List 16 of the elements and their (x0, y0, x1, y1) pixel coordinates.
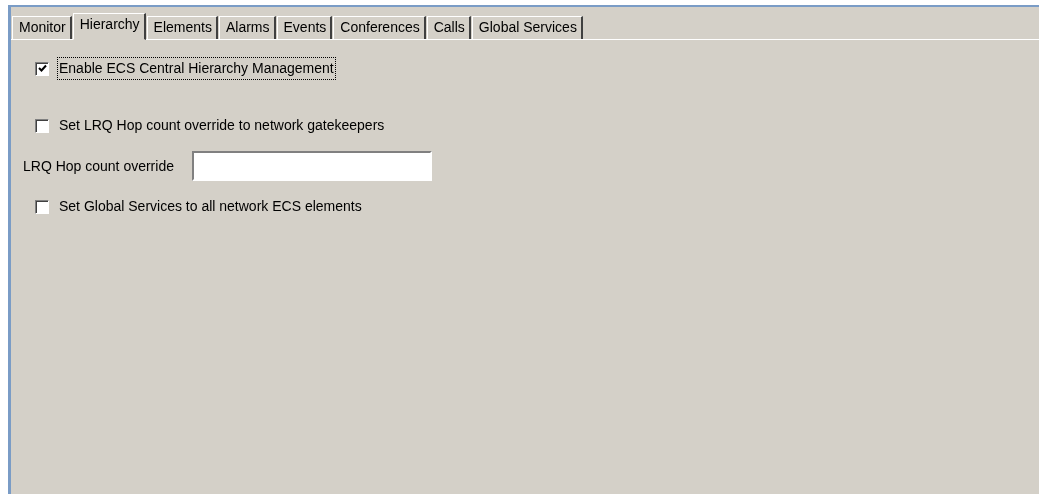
tab[interactable]: Events (276, 16, 333, 39)
tab[interactable]: Monitor (12, 16, 72, 39)
field-label: LRQ Hop count override (23, 156, 174, 176)
tab[interactable]: Conferences (333, 16, 426, 39)
checkbox[interactable] (35, 61, 49, 76)
tab[interactable]: Elements (146, 16, 218, 39)
tab[interactable]: Hierarchy (72, 13, 146, 40)
tab[interactable]: Alarms (218, 16, 276, 39)
checkbox-label: Set LRQ Hop count override to network gatekeepers (58, 116, 386, 135)
checkbox-label: Set Global Services to all network ECS elements (58, 197, 363, 216)
tab[interactable]: Global Services (471, 16, 583, 39)
input-field[interactable] (191, 151, 432, 181)
checkbox[interactable] (35, 199, 49, 214)
checkbox-label: Enable ECS Central Hierarchy Management (57, 57, 336, 80)
tab[interactable]: Calls (426, 16, 471, 39)
checkbox[interactable] (35, 118, 49, 133)
